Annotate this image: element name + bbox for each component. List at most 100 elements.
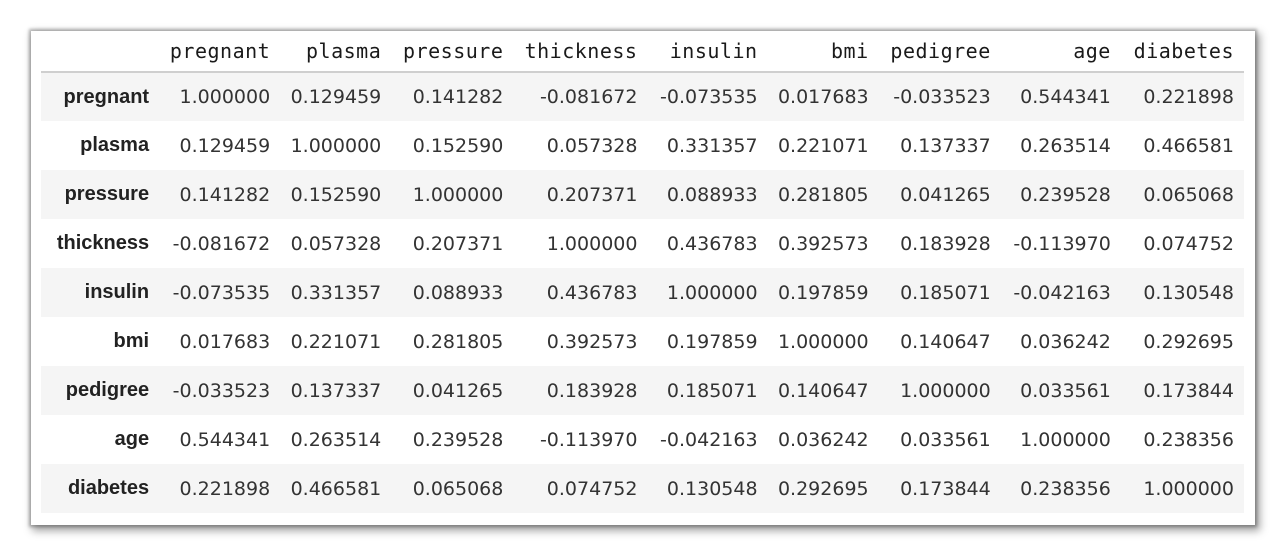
row-index-label: thickness [56, 232, 150, 254]
column-header: diabetes [1120, 31, 1244, 73]
table-cell: 0.185071 [900, 281, 991, 304]
table-cell: 0.088933 [666, 183, 758, 206]
header-row: pregnant plasma pressure thickness insul… [41, 31, 1244, 73]
row-index-label: pregnant [63, 85, 150, 108]
table-cell: 0.137337 [900, 134, 991, 157]
table-row: insulin -0.073535 0.331357 0.088933 0.436783… [41, 268, 1244, 317]
row-index-label: bmi [113, 330, 150, 352]
table-cell: 0.057328 [290, 232, 382, 255]
table-cell: 0.130548 [1143, 281, 1234, 304]
table-cell: 0.221898 [1143, 86, 1234, 108]
table-cell: 0.088933 [412, 281, 504, 304]
table-cell: 0.173844 [900, 477, 991, 500]
table-cell: 0.281805 [412, 330, 504, 353]
column-header: pressure [391, 31, 514, 73]
table-cell: 1.000000 [666, 281, 758, 304]
table-cell: 0.221898 [179, 477, 271, 500]
table-row: pedigree -0.033523 0.137337 0.041265 0.18392… [41, 366, 1244, 415]
table-cell: 0.033561 [900, 428, 991, 451]
table-cell: 0.263514 [290, 428, 382, 451]
column-header: age [1000, 31, 1121, 73]
table-cell: 0.074752 [1143, 232, 1234, 255]
column-header: insulin [647, 31, 768, 73]
table-cell: 0.041265 [900, 183, 991, 206]
table-cell: 0.152590 [290, 183, 382, 206]
table-cell: 0.183928 [900, 232, 991, 255]
table-row: pregnant 1.000000 0.129459 0.141282 -0.08167… [41, 72, 1244, 121]
row-index-label: age [114, 428, 150, 450]
table-cell: 1.000000 [1143, 477, 1234, 500]
table-cell: 1.000000 [290, 134, 382, 157]
table-row: age 0.544341 0.263514 0.239528 -0.113970 -0.0… [41, 415, 1244, 464]
table-cell: 0.392573 [777, 232, 869, 255]
table-cell: 0.017683 [179, 330, 271, 353]
table-cell: -0.033523 [893, 86, 991, 108]
row-index-label: pressure [64, 183, 150, 205]
table-cell: 1.000000 [1020, 428, 1111, 451]
table-cell: 0.436783 [546, 281, 638, 304]
table-cell: 0.137337 [290, 379, 382, 402]
column-header: thickness [513, 31, 648, 73]
table-cell: 0.140647 [900, 330, 991, 353]
table-cell: 0.017683 [777, 86, 869, 108]
table-cell: 0.074752 [546, 477, 638, 500]
column-header: pregnant [159, 31, 281, 73]
table-cell: 1.000000 [179, 86, 271, 108]
table-cell: 0.238356 [1143, 428, 1234, 451]
table-cell: 0.207371 [546, 183, 638, 206]
table-cell: 0.544341 [179, 428, 271, 451]
table-cell: 0.238356 [1020, 477, 1111, 500]
table-body: pregnant 1.000000 0.129459 0.141282 -0.08167… [41, 72, 1244, 513]
table-header: pregnant plasma pressure thickness insul… [41, 31, 1244, 73]
table-cell: 0.281805 [777, 183, 869, 206]
table-cell: 0.239528 [412, 428, 504, 451]
table-cell: 0.331357 [666, 134, 758, 157]
table-cell: 0.065068 [1143, 183, 1234, 206]
table-cell: 0.057328 [546, 134, 638, 157]
table-cell: 1.000000 [900, 379, 991, 402]
table-cell: 0.239528 [1020, 183, 1111, 206]
table-cell: -0.073535 [172, 281, 271, 304]
table-cell: 0.129459 [290, 86, 382, 108]
table-cell: 1.000000 [777, 330, 869, 353]
table-row: bmi 0.017683 0.221071 0.281805 0.392573 0.197… [41, 317, 1244, 366]
table-cell: 0.221071 [290, 330, 382, 353]
table-cell: 0.292695 [1143, 330, 1234, 353]
column-header: plasma [280, 31, 392, 73]
row-index-label: plasma [80, 134, 150, 156]
table-cell: -0.113970 [1013, 232, 1111, 255]
table-cell: 0.221071 [777, 134, 869, 157]
column-header: pedigree [878, 31, 1001, 73]
table-cell: 0.197859 [666, 330, 758, 353]
table-cell: 0.041265 [412, 379, 504, 402]
table-cell: 0.183928 [546, 379, 638, 402]
table-cell: 0.466581 [1143, 134, 1234, 157]
table-cell: 1.000000 [412, 183, 504, 206]
table-cell: 0.207371 [412, 232, 504, 255]
row-index-label: diabetes [67, 477, 150, 499]
table-cell: -0.042163 [1013, 281, 1111, 304]
table-row: thickness -0.081672 0.057328 0.207371 1.0000… [41, 219, 1244, 268]
table-cell: 0.141282 [412, 86, 504, 108]
table-cell: 0.036242 [1020, 330, 1111, 353]
table-cell: 0.036242 [777, 428, 869, 451]
table-cell: 0.544341 [1020, 86, 1111, 108]
table-cell: -0.081672 [539, 86, 638, 108]
table-cell: 0.065068 [412, 477, 504, 500]
table-cell: 0.185071 [666, 379, 758, 402]
table-cell: -0.033523 [172, 379, 271, 402]
row-index-label: pedigree [65, 379, 150, 401]
table-cell: -0.081672 [172, 232, 271, 255]
table-cell: 0.263514 [1020, 134, 1111, 157]
table-cell: 0.436783 [666, 232, 758, 255]
table-cell: 0.129459 [179, 134, 271, 157]
table-cell: 0.392573 [546, 330, 638, 353]
table-cell: 0.130548 [666, 477, 758, 500]
table-cell: 0.140647 [777, 379, 869, 402]
dataframe-output-frame: pregnant plasma pressure thickness insul… [31, 31, 1255, 525]
table-row: plasma 0.129459 1.000000 0.152590 0.057328 0.… [41, 121, 1244, 170]
table-cell: -0.042163 [660, 428, 758, 451]
table-cell: 0.152590 [412, 134, 504, 157]
table-row: diabetes 0.221898 0.466581 0.065068 0.074752… [41, 464, 1244, 513]
row-index-label: insulin [84, 281, 150, 303]
